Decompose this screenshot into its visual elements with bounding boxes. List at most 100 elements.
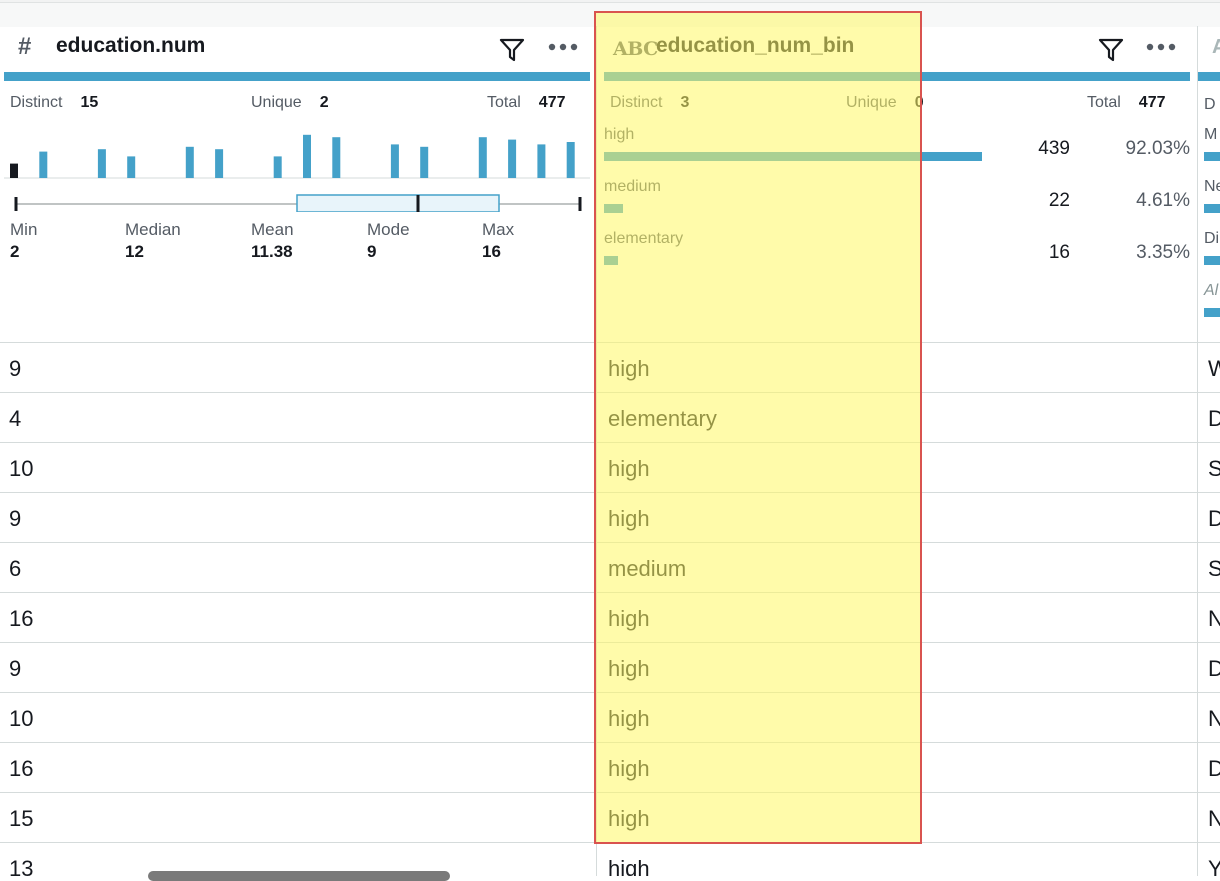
- table-cell[interactable]: 10: [0, 692, 596, 742]
- histogram-bar[interactable]: [127, 156, 136, 178]
- total-stat: Total 477: [487, 94, 566, 111]
- string-type-icon: ABC: [613, 38, 658, 60]
- table-cell[interactable]: S: [1198, 542, 1220, 592]
- column-header[interactable]: ABC education_num_bin: [597, 26, 1197, 74]
- numeric-type-icon: #: [18, 33, 32, 60]
- partial-category-label: Di: [1204, 230, 1220, 247]
- table-cell[interactable]: 9: [0, 492, 596, 542]
- histogram-bar[interactable]: [420, 146, 429, 178]
- total-stat: Total 477: [1087, 94, 1166, 111]
- more-options-icon[interactable]: [1145, 38, 1179, 56]
- table-cell[interactable]: high: [597, 742, 1197, 792]
- column-quality-bar: [1198, 72, 1220, 81]
- table-cell[interactable]: N: [1198, 592, 1220, 642]
- histogram-bar[interactable]: [390, 144, 399, 178]
- table-cell[interactable]: medium: [597, 542, 1197, 592]
- summary-value: 16: [482, 242, 501, 261]
- partial-category-label: Al: [1204, 282, 1219, 299]
- table-cell[interactable]: 9: [0, 642, 596, 692]
- string-type-icon: A: [1212, 36, 1220, 58]
- table-cell[interactable]: 16: [0, 592, 596, 642]
- box-plot: [14, 194, 582, 212]
- more-options-icon[interactable]: [547, 38, 581, 56]
- category-bar[interactable]: [1204, 256, 1220, 265]
- summary-label: Median: [125, 220, 181, 239]
- table-cell[interactable]: high: [597, 642, 1197, 692]
- table-cell[interactable]: S: [1198, 442, 1220, 492]
- column-education-num-bin: ABC education_num_bin Distinct 3 Unique 0 …: [597, 26, 1197, 876]
- histogram-bar[interactable]: [303, 134, 311, 178]
- category-bar[interactable]: [604, 152, 982, 161]
- histogram-bar[interactable]: [10, 163, 18, 178]
- table-cell[interactable]: high: [597, 792, 1197, 842]
- histogram-bar[interactable]: [508, 139, 517, 178]
- value-histogram[interactable]: [4, 128, 590, 180]
- summary-label: Mean: [251, 220, 294, 239]
- histogram-bar[interactable]: [215, 149, 224, 178]
- category-bar[interactable]: [1204, 204, 1220, 213]
- table-cell[interactable]: high: [597, 592, 1197, 642]
- category-bar[interactable]: [1204, 152, 1220, 161]
- category-label[interactable]: elementary: [604, 230, 683, 248]
- category-label[interactable]: high: [604, 126, 634, 144]
- horizontal-scrollbar-thumb[interactable]: [148, 871, 450, 881]
- table-cell[interactable]: Y: [1198, 842, 1220, 876]
- histogram-bar[interactable]: [478, 137, 487, 178]
- category-label[interactable]: medium: [604, 178, 661, 196]
- table-cell[interactable]: 16: [0, 742, 596, 792]
- table-cell[interactable]: high: [597, 442, 1197, 492]
- histogram-bar[interactable]: [39, 151, 48, 178]
- filter-icon[interactable]: [1098, 37, 1124, 63]
- summary-label: Max: [482, 220, 515, 239]
- table-cell[interactable]: 6: [0, 542, 596, 592]
- histogram-bar[interactable]: [332, 137, 341, 178]
- histogram-bar[interactable]: [273, 156, 282, 178]
- table-cell[interactable]: elementary: [597, 392, 1197, 442]
- table-cell[interactable]: D: [1198, 492, 1220, 542]
- table-cell[interactable]: D: [1198, 742, 1220, 792]
- category-bar[interactable]: [604, 256, 618, 265]
- category-count: 22: [1048, 190, 1070, 211]
- table-cell[interactable]: N: [1198, 792, 1220, 842]
- table-cell[interactable]: 15: [0, 792, 596, 842]
- top-toolbar-strip: [0, 0, 1220, 27]
- partial-category-label: M: [1204, 126, 1218, 143]
- column-quality-bar: [4, 72, 590, 81]
- table-cell[interactable]: W: [1198, 342, 1220, 392]
- summary-label: Min: [10, 220, 38, 239]
- histogram-bar[interactable]: [566, 142, 575, 178]
- column-name: education.num: [56, 34, 206, 57]
- category-bar[interactable]: [1204, 308, 1220, 317]
- summary-value: 9: [367, 242, 377, 261]
- category-percent: 4.61%: [1136, 190, 1190, 211]
- partial-category-label: D: [1204, 96, 1216, 113]
- summary-value: 2: [10, 242, 20, 261]
- histogram-bar[interactable]: [97, 149, 106, 178]
- distinct-stat: Distinct 3: [610, 94, 690, 111]
- summary-value: 12: [125, 242, 144, 261]
- category-percent: 92.03%: [1125, 138, 1190, 159]
- table-cell[interactable]: 9: [0, 342, 596, 392]
- table-cell[interactable]: N: [1198, 692, 1220, 742]
- column-quality-bar: [604, 72, 1190, 81]
- data-rows: 9 4 10 9 6 16 9 10 16 15 13: [0, 342, 596, 876]
- unique-stat: Unique 2: [251, 94, 329, 111]
- column-header[interactable]: A: [1198, 26, 1220, 74]
- data-rows: high elementary high high medium high high high…: [597, 342, 1197, 876]
- category-bar[interactable]: [604, 204, 623, 213]
- histogram-bar[interactable]: [537, 144, 546, 178]
- unique-stat: Unique 0: [846, 94, 924, 111]
- histogram-bar[interactable]: [185, 146, 194, 178]
- table-cell[interactable]: 4: [0, 392, 596, 442]
- table-cell[interactable]: high: [597, 342, 1197, 392]
- table-cell[interactable]: high: [597, 842, 1197, 876]
- filter-icon[interactable]: [499, 37, 525, 63]
- table-cell[interactable]: high: [597, 692, 1197, 742]
- column-name: education_num_bin: [656, 34, 855, 57]
- summary-value: 11.38: [251, 242, 293, 261]
- table-cell[interactable]: 10: [0, 442, 596, 492]
- table-cell[interactable]: D: [1198, 642, 1220, 692]
- column-header[interactable]: # education.num: [0, 26, 596, 74]
- table-cell[interactable]: high: [597, 492, 1197, 542]
- table-cell[interactable]: D: [1198, 392, 1220, 442]
